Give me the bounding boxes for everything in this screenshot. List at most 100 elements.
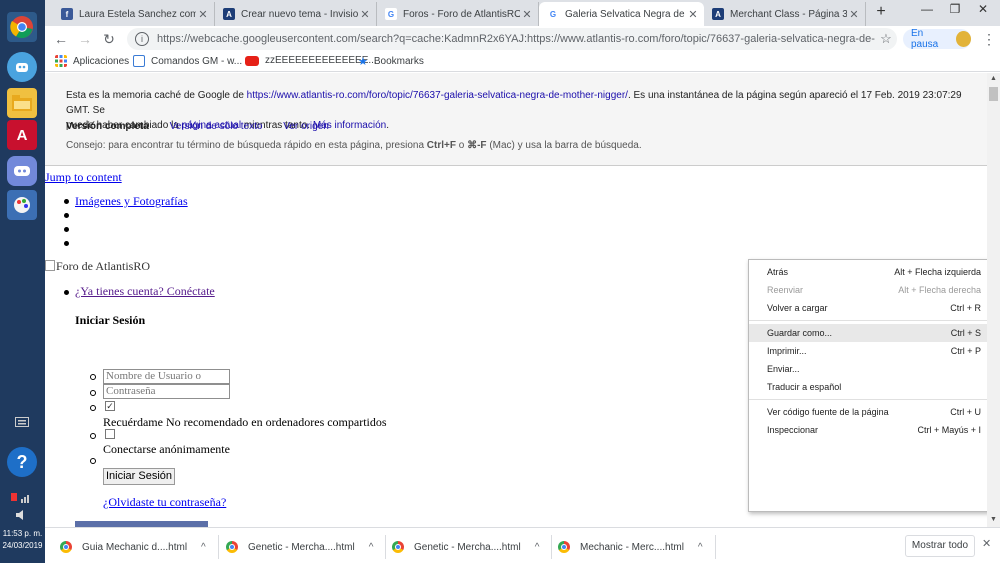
download-item[interactable]: Genetic - Mercha....html ^ (226, 535, 387, 559)
bookmark-comandos-gm[interactable]: Comandos GM - w... (133, 55, 242, 67)
ctx-reload[interactable]: Volver a cargar Ctrl + R (749, 299, 987, 317)
close-tab-icon[interactable]: ✕ (686, 8, 700, 21)
ctx-print[interactable]: Imprimir... Ctrl + P (749, 342, 987, 360)
ctx-shortcut: Ctrl + Mayús + I (917, 425, 981, 435)
ctx-forward[interactable]: Reenviar Alt + Flecha derecha (749, 281, 987, 299)
close-tab-icon[interactable]: ✕ (196, 8, 210, 21)
minimize-button[interactable]: — (913, 0, 941, 20)
close-tab-icon[interactable]: ✕ (520, 8, 534, 21)
google-icon: G (547, 8, 559, 20)
ctx-inspect[interactable]: Inspeccionar Ctrl + Mayús + I (749, 421, 987, 439)
scrollbar-thumb[interactable] (989, 87, 998, 101)
invision-icon: A (712, 8, 724, 20)
ctx-item-label: Enviar... (767, 364, 800, 374)
download-item[interactable]: Mechanic - Merc....html ^ (558, 535, 716, 559)
view-source-link[interactable]: Ver origen (283, 121, 329, 132)
text-only-version-link[interactable]: Versión de sólo texto (170, 121, 263, 132)
taskbar-date[interactable]: 24/03/2019 (0, 540, 45, 551)
ctx-item-label: Traducir a español (767, 382, 842, 392)
reload-icon[interactable]: ↻ (99, 29, 119, 49)
forgot-password-link[interactable]: ¿Olvidaste tu contraseña? (103, 495, 226, 510)
info-icon[interactable]: i (135, 32, 149, 46)
download-filename: Mechanic - Merc....html (580, 541, 684, 553)
bookmark-apps[interactable]: Aplicaciones (55, 55, 129, 67)
scroll-down-arrow-icon[interactable]: ▼ (987, 516, 1000, 523)
chrome-taskbar-icon[interactable] (7, 12, 37, 42)
tab-invision[interactable]: A Crear nuevo tema - Invision C ✕ (215, 2, 377, 26)
ctx-translate[interactable]: Traducir a español (749, 378, 987, 396)
volume-icon[interactable] (7, 508, 37, 522)
ctx-back[interactable]: Atrás Alt + Flecha izquierda (749, 263, 987, 281)
ctx-send[interactable]: Enviar... (749, 360, 987, 378)
bookmarks-bar: Aplicaciones Comandos GM - w... zzEEEEEE… (45, 52, 1000, 72)
bookmark-star-icon[interactable]: ☆ (875, 31, 897, 47)
ctx-shortcut: Ctrl + R (950, 303, 981, 313)
chevron-up-icon[interactable]: ^ (369, 542, 374, 553)
ctx-save-as[interactable]: Guardar como... Ctrl + S (749, 324, 987, 342)
bookmark-youtube[interactable]: zzEEEEEEEEEEEEEE... (245, 55, 377, 66)
file-explorer-icon[interactable] (7, 88, 37, 118)
tab-merchant[interactable]: A Merchant Class - Página 3 - F ✕ (704, 2, 866, 26)
tab-galeria-active[interactable]: G Galeria Selvatica Negra de M ✕ (539, 2, 704, 26)
forward-arrow-icon[interactable]: → (75, 29, 95, 49)
broken-image-icon (45, 260, 55, 271)
maximize-button[interactable]: ❐ (941, 0, 969, 20)
ctx-item-label: Inspeccionar (767, 425, 819, 435)
ctx-view-source[interactable]: Ver código fuente de la página Ctrl + U (749, 403, 987, 421)
ctx-shortcut: Ctrl + P (950, 346, 981, 356)
list-bullet (64, 227, 69, 232)
bookmark-label: Bookmarks (373, 56, 424, 67)
ctx-item-label: Volver a cargar (767, 303, 828, 313)
ctx-item-label: Guardar como... (767, 328, 833, 338)
download-item[interactable]: Guia Mechanic d....html ^ (60, 535, 219, 559)
url-text[interactable]: https://webcache.googleusercontent.com/s… (157, 33, 875, 45)
chevron-up-icon[interactable]: ^ (698, 542, 703, 553)
page-content: Esta es la memoria caché de Google de ht… (45, 73, 987, 527)
close-downloads-icon[interactable]: ✕ (982, 537, 991, 550)
anonymous-login-checkbox[interactable] (105, 429, 115, 439)
login-button[interactable]: Iniciar Sesión (103, 468, 175, 485)
help-icon[interactable]: ? (7, 447, 37, 477)
taskbar-time[interactable]: 11:53 p. m. (0, 528, 45, 539)
back-arrow-icon[interactable]: ← (51, 29, 71, 49)
password-input[interactable]: Contraseña (103, 384, 230, 399)
username-email-input[interactable]: Nombre de Usuario o Email (103, 369, 230, 395)
chrome-menu-icon[interactable]: ⋮ (980, 29, 998, 49)
messenger-bot-icon[interactable] (7, 52, 37, 82)
address-bar[interactable]: i https://webcache.googleusercontent.com… (127, 28, 897, 50)
close-window-button[interactable]: ✕ (969, 0, 997, 20)
download-filename: Genetic - Mercha....html (414, 541, 521, 553)
have-account-link[interactable]: ¿Ya tienes cuenta? Conéctate (75, 284, 215, 299)
scroll-up-arrow-icon[interactable]: ▲ (987, 75, 1000, 82)
paint-icon[interactable] (7, 190, 37, 220)
chevron-up-icon[interactable]: ^ (535, 542, 540, 553)
close-tab-icon[interactable]: ✕ (358, 8, 372, 21)
tip-mac-keys: ⌘-F (467, 140, 487, 151)
keyboard-icon[interactable] (7, 412, 37, 432)
new-tab-button[interactable]: + (867, 3, 895, 23)
avatar-icon (955, 31, 971, 47)
forum-logo-broken-image[interactable]: Foro de AtlantisRO (45, 259, 150, 274)
network-signal-icon[interactable] (7, 488, 37, 506)
tab-title: Merchant Class - Página 3 - F (730, 8, 847, 20)
tab-facebook[interactable]: f Laura Estela Sanchez comparti ✕ (53, 2, 215, 26)
images-photos-link[interactable]: Imágenes y Fotografías (75, 194, 188, 209)
show-all-downloads-button[interactable]: Mostrar todo (905, 535, 975, 557)
close-tab-icon[interactable]: ✕ (847, 8, 861, 21)
discord-icon[interactable] (7, 156, 37, 186)
ctx-shortcut: Ctrl + S (950, 328, 981, 338)
vertical-scrollbar[interactable]: ▲ ▼ (987, 73, 1000, 527)
remember-me-label: Recuérdame No recomendado en ordenadores… (103, 415, 387, 429)
acrobat-pdf-icon[interactable]: A (7, 120, 37, 150)
download-item[interactable]: Genetic - Mercha....html ^ (392, 535, 553, 559)
tab-foros[interactable]: G Foros - Foro de AtlantisRO ✕ (377, 2, 539, 26)
tip-text-2: o (455, 140, 468, 151)
remember-me-checkbox[interactable]: ✓ (105, 401, 115, 411)
cached-url-link[interactable]: https://www.atlantis-ro.com/foro/topic/7… (247, 90, 628, 101)
chevron-up-icon[interactable]: ^ (201, 542, 206, 553)
tab-title: Foros - Foro de AtlantisRO (403, 8, 520, 20)
bookmark-bookmarks[interactable]: ★ Bookmarks (358, 55, 424, 68)
jump-to-content-link[interactable]: Jump to content (45, 170, 122, 185)
tab-title: Laura Estela Sanchez comparti (79, 8, 196, 20)
profile-paused-chip[interactable]: En pausa (903, 28, 971, 50)
